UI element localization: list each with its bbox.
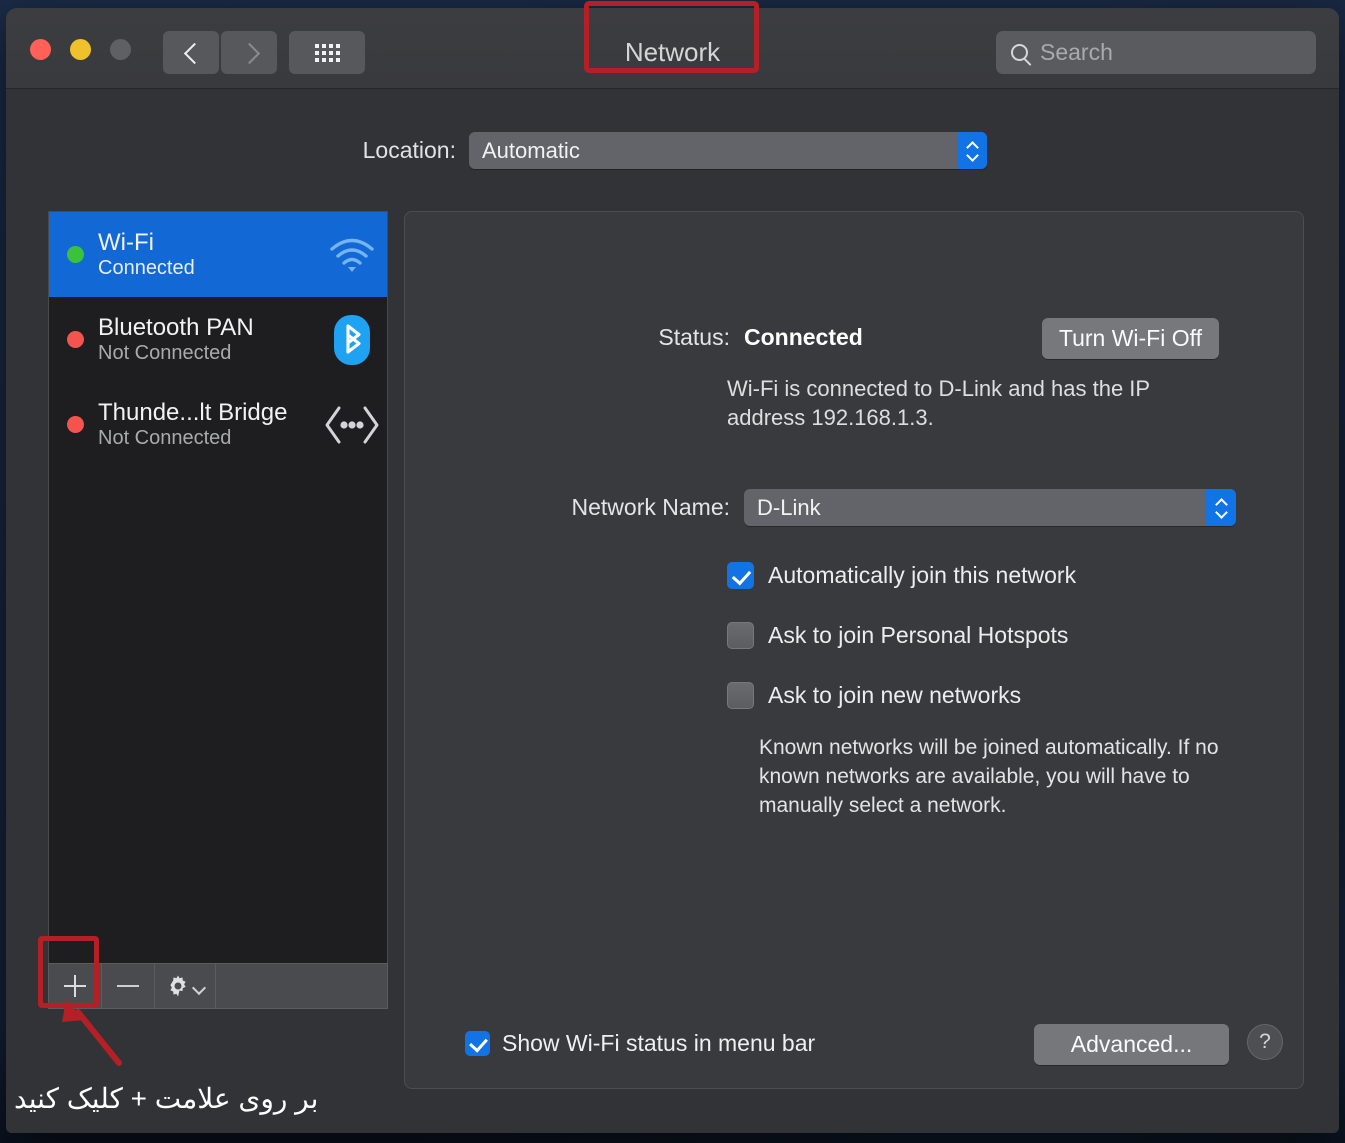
advanced-button[interactable]: Advanced... xyxy=(1034,1024,1229,1065)
service-state: Connected xyxy=(98,257,195,280)
known-networks-note: Known networks will be joined automatica… xyxy=(759,736,1219,817)
ask-new-networks-checkbox[interactable] xyxy=(727,682,754,709)
ask-hotspots-checkbox-row[interactable]: Ask to join Personal Hotspots xyxy=(727,622,1068,649)
status-dot-not-connected xyxy=(67,416,84,433)
show-status-checkbox[interactable] xyxy=(465,1031,490,1056)
network-name-label: Network Name: xyxy=(571,494,730,520)
status-dot-connected xyxy=(67,246,84,263)
services-toolbar xyxy=(48,963,388,1009)
status-dot-not-connected xyxy=(67,331,84,348)
network-preferences-window: Network Search Location: Automatic Wi-Fi xyxy=(6,8,1339,1133)
service-item-wifi[interactable]: Wi-Fi Connected xyxy=(49,212,387,297)
network-name-row: Network Name: D-Link xyxy=(405,489,1303,526)
location-select[interactable]: Automatic xyxy=(469,132,987,169)
chevron-down-icon xyxy=(193,983,204,990)
search-placeholder: Search xyxy=(1040,39,1113,65)
remove-service-button[interactable] xyxy=(102,964,155,1008)
bluetooth-icon xyxy=(323,313,381,367)
service-actions-button[interactable] xyxy=(155,964,216,1008)
location-stepper-icon[interactable] xyxy=(957,132,987,169)
service-state: Not Connected xyxy=(98,342,232,365)
search-input[interactable]: Search xyxy=(996,31,1316,74)
show-status-label: Show Wi-Fi status in menu bar xyxy=(502,1030,816,1056)
ask-hotspots-label: Ask to join Personal Hotspots xyxy=(768,622,1069,648)
turn-wifi-off-button[interactable]: Turn Wi-Fi Off xyxy=(1041,318,1219,359)
status-value: Connected xyxy=(744,324,863,350)
network-name-select[interactable]: D-Link xyxy=(744,489,1236,526)
status-label: Status: xyxy=(658,324,730,350)
location-value: Automatic xyxy=(482,137,580,163)
location-row: Location: Automatic xyxy=(6,132,1339,169)
ask-new-networks-label: Ask to join new networks xyxy=(768,682,1022,708)
network-name-stepper-icon[interactable] xyxy=(1206,489,1236,526)
show-status-checkbox-row[interactable]: Show Wi-Fi status in menu bar xyxy=(465,1030,815,1057)
help-button[interactable]: ? xyxy=(1247,1024,1283,1060)
ask-new-networks-checkbox-row[interactable]: Ask to join new networks xyxy=(727,682,1021,709)
gear-icon xyxy=(166,974,190,998)
window-content: Location: Automatic Wi-Fi Connected Blue… xyxy=(6,89,1339,1133)
auto-join-checkbox-row[interactable]: Automatically join this network xyxy=(727,562,1076,589)
status-description: Wi-Fi is connected to D-Link and has the… xyxy=(727,376,1150,431)
network-name-value: D-Link xyxy=(757,494,821,520)
plus-icon xyxy=(63,974,87,998)
wifi-detail-panel: Status: Connected Turn Wi-Fi Off Wi-Fi i… xyxy=(404,211,1304,1089)
network-services-list[interactable]: Wi-Fi Connected Bluetooth PAN Not Connec… xyxy=(48,211,388,963)
window-titlebar: Network Search xyxy=(6,8,1339,89)
ask-hotspots-checkbox[interactable] xyxy=(727,622,754,649)
service-name: Thunde...lt Bridge xyxy=(98,398,288,426)
status-row: Status: Connected Turn Wi-Fi Off xyxy=(405,318,1303,359)
service-name: Wi-Fi xyxy=(98,228,154,256)
location-label: Location: xyxy=(362,137,456,163)
service-item-thunderbolt-bridge[interactable]: Thunde...lt Bridge Not Connected xyxy=(49,382,387,467)
wifi-icon xyxy=(323,235,381,275)
service-name: Bluetooth PAN xyxy=(98,313,254,341)
thunderbolt-bridge-icon xyxy=(323,404,381,446)
add-service-button[interactable] xyxy=(49,964,102,1008)
minus-icon xyxy=(117,985,139,987)
service-state: Not Connected xyxy=(98,427,232,450)
auto-join-checkbox[interactable] xyxy=(727,562,754,589)
auto-join-label: Automatically join this network xyxy=(768,562,1077,588)
service-item-bluetooth-pan[interactable]: Bluetooth PAN Not Connected xyxy=(49,297,387,382)
search-icon xyxy=(1011,44,1028,61)
